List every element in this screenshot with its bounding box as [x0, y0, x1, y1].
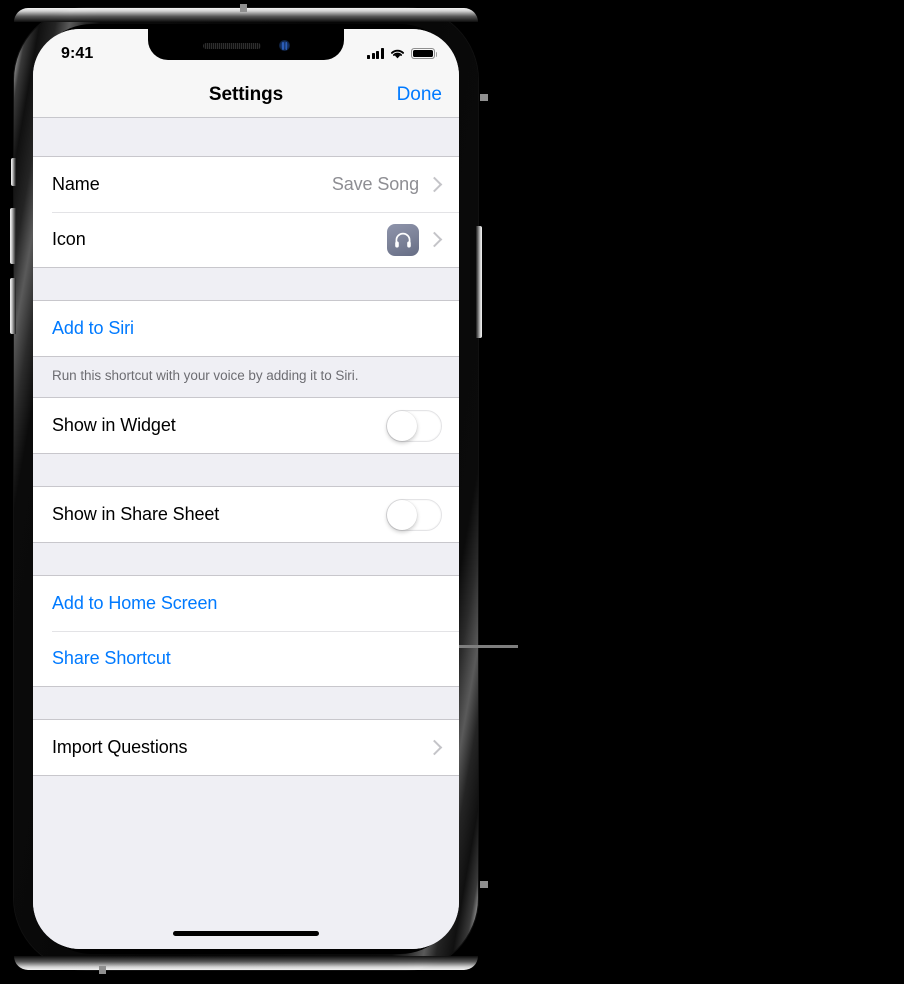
- wifi-icon: [390, 49, 405, 58]
- show-in-share-sheet-accessory: [386, 498, 442, 531]
- alignment-tick-top: [240, 4, 247, 12]
- section-gap-2: [33, 454, 459, 487]
- frame-bottom-edge: [14, 956, 478, 970]
- row-import-questions[interactable]: Import Questions: [33, 720, 459, 776]
- status-bar-indicators: [367, 47, 438, 60]
- front-camera-icon: [278, 40, 290, 51]
- status-bar-time: 9:41: [61, 44, 94, 62]
- section-gap-bottom: [33, 776, 459, 897]
- add-to-home-screen-label: Add to Home Screen: [52, 593, 218, 614]
- share-shortcut-label: Share Shortcut: [52, 648, 171, 669]
- battery-full-icon: [411, 47, 438, 60]
- row-icon[interactable]: Icon: [33, 212, 459, 267]
- row-icon-label: Icon: [52, 229, 86, 249]
- row-share-shortcut[interactable]: Share Shortcut: [33, 631, 459, 687]
- show-in-widget-toggle[interactable]: [386, 409, 442, 442]
- screenshot-canvas: 9:41 Settings Done Name Save Song Icon A…: [0, 0, 904, 984]
- import-questions-label: Import Questions: [52, 737, 188, 758]
- callout-leader-line: [455, 645, 518, 648]
- toggle-knob: [387, 410, 417, 441]
- alignment-tick-right-lower: [480, 881, 488, 888]
- row-icon-accessory: [387, 223, 443, 256]
- section-gap-4: [33, 687, 459, 720]
- page-title: Settings: [208, 84, 284, 105]
- volume-down-button[interactable]: [10, 278, 16, 334]
- section-share-sheet: Show in Share Sheet: [33, 486, 459, 544]
- row-name[interactable]: Name Save Song: [33, 157, 459, 212]
- signal-bars-icon: [367, 48, 384, 59]
- chevron-right-icon: [426, 176, 443, 193]
- row-show-in-share-sheet[interactable]: Show in Share Sheet: [33, 487, 459, 543]
- section-gap-top: [33, 119, 459, 156]
- alignment-tick-right-upper: [480, 94, 488, 101]
- section-siri: Add to Siri: [33, 300, 459, 357]
- volume-up-button[interactable]: [10, 208, 16, 264]
- import-questions-accessory: [426, 739, 443, 756]
- section-gap-3: [33, 543, 459, 576]
- add-to-siri-label: Add to Siri: [52, 318, 134, 338]
- alignment-tick-bottom: [99, 966, 106, 974]
- row-name-value: Save Song: [331, 174, 419, 194]
- shortcut-icon-tile[interactable]: [387, 223, 419, 256]
- settings-list[interactable]: Name Save Song Icon Add to Siri Run this…: [33, 119, 459, 949]
- headphones-icon: [395, 232, 411, 247]
- done-button[interactable]: Done: [397, 84, 442, 106]
- side-power-button[interactable]: [476, 226, 482, 338]
- row-add-to-home-screen[interactable]: Add to Home Screen: [33, 576, 459, 632]
- navigation-bar: Settings Done: [33, 73, 459, 118]
- chevron-right-icon: [426, 739, 443, 756]
- row-name-label: Name: [52, 174, 100, 194]
- row-name-accessory: Save Song: [331, 174, 443, 195]
- section-details: Name Save Song Icon: [33, 156, 459, 268]
- row-show-in-widget[interactable]: Show in Widget: [33, 398, 459, 454]
- display-notch: [148, 29, 344, 60]
- section-widget: Show in Widget: [33, 397, 459, 455]
- home-indicator[interactable]: [173, 931, 319, 936]
- ring-silent-switch[interactable]: [11, 158, 16, 186]
- chevron-right-icon: [426, 231, 443, 248]
- section-actions: Add to Home Screen Share Shortcut: [33, 575, 459, 688]
- siri-footer-note: Run this shortcut with your voice by add…: [33, 357, 459, 398]
- toggle-knob: [387, 499, 417, 530]
- phone-screen: 9:41 Settings Done Name Save Song Icon A…: [33, 29, 459, 949]
- show-in-share-sheet-label: Show in Share Sheet: [52, 504, 220, 525]
- show-in-widget-label: Show in Widget: [52, 415, 176, 436]
- section-import: Import Questions: [33, 719, 459, 777]
- show-in-widget-accessory: [386, 409, 442, 442]
- row-add-to-siri[interactable]: Add to Siri: [33, 301, 459, 356]
- section-gap-1: [33, 268, 459, 300]
- show-in-share-sheet-toggle[interactable]: [386, 498, 442, 531]
- speaker-grille-icon: [202, 42, 261, 49]
